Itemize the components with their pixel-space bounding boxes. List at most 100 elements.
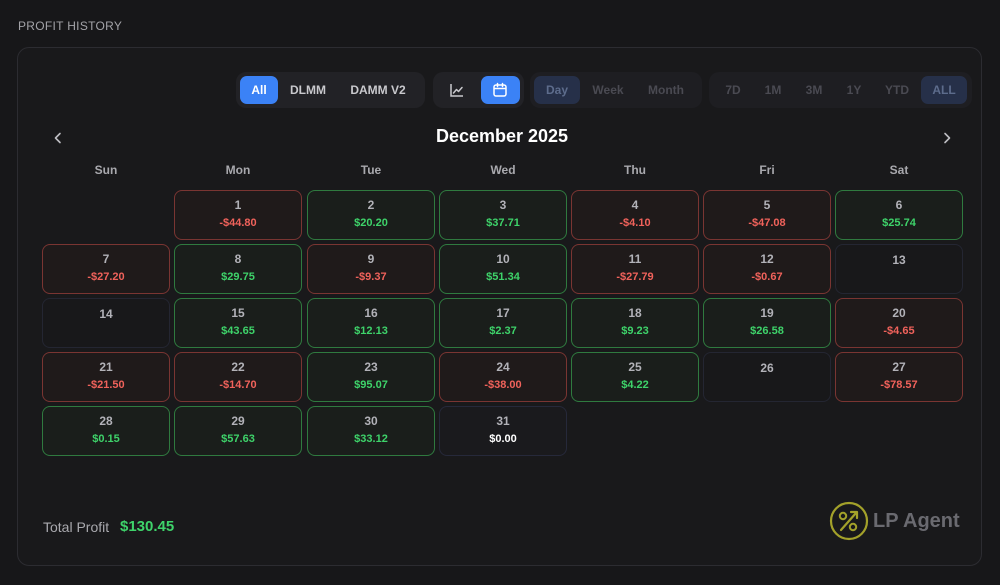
granularity-month-button[interactable]: Month bbox=[636, 76, 696, 104]
day-number: 18 bbox=[628, 306, 642, 320]
range-ytd-button[interactable]: YTD bbox=[873, 76, 921, 104]
calendar-day-cell[interactable]: 1 -$44.80 bbox=[174, 190, 302, 240]
day-profit-amount: $0.15 bbox=[92, 433, 120, 445]
day-profit-amount: $95.07 bbox=[354, 379, 388, 391]
calendar-view-button[interactable] bbox=[480, 76, 520, 104]
calendar-day-cell[interactable]: 28 $0.15 bbox=[42, 406, 170, 456]
calendar-day-cell[interactable]: 19 $26.58 bbox=[703, 298, 831, 348]
calendar-day-cell[interactable]: 7 -$27.20 bbox=[42, 244, 170, 294]
calendar-day-cell[interactable]: 22 -$14.70 bbox=[174, 352, 302, 402]
calendar-day-cell[interactable]: 6 $25.74 bbox=[835, 190, 963, 240]
day-profit-amount: $26.58 bbox=[750, 325, 784, 337]
day-profit-amount: -$14.70 bbox=[219, 379, 257, 391]
day-profit-amount: $33.12 bbox=[354, 433, 388, 445]
day-profit-amount: $57.63 bbox=[221, 433, 255, 445]
day-number: 4 bbox=[631, 198, 639, 212]
day-number: 16 bbox=[364, 306, 378, 320]
calendar-day-cell[interactable]: 17 $2.37 bbox=[439, 298, 567, 348]
day-number: 14 bbox=[99, 307, 113, 321]
day-number: 6 bbox=[895, 198, 903, 212]
calendar-day-cell[interactable]: 26 bbox=[703, 352, 831, 402]
day-number: 7 bbox=[102, 252, 110, 266]
calendar-day-cell[interactable]: 5 -$47.08 bbox=[703, 190, 831, 240]
calendar-day-cell[interactable]: 8 $29.75 bbox=[174, 244, 302, 294]
weekday-sat: Sat bbox=[889, 163, 909, 177]
calendar-day-cell[interactable]: 14 bbox=[42, 298, 170, 348]
filter-damm-v2-button[interactable]: DAMM V2 bbox=[338, 76, 418, 104]
day-number: 1 bbox=[234, 198, 242, 212]
day-profit-amount: $20.20 bbox=[354, 217, 388, 229]
granularity-day-button[interactable]: Day bbox=[534, 76, 580, 104]
day-profit-amount: $12.13 bbox=[354, 325, 388, 337]
range-1y-button[interactable]: 1Y bbox=[835, 76, 873, 104]
day-number: 12 bbox=[760, 252, 774, 266]
filter-dlmm-button[interactable]: DLMM bbox=[278, 76, 338, 104]
calendar-day-cell[interactable]: 27 -$78.57 bbox=[835, 352, 963, 402]
day-number: 11 bbox=[628, 252, 642, 266]
day-number: 21 bbox=[99, 360, 113, 374]
total-profit-label: Total Profit bbox=[43, 519, 110, 535]
calendar-day-cell[interactable]: 2 $20.20 bbox=[307, 190, 435, 240]
calendar-day-cell[interactable]: 23 $95.07 bbox=[307, 352, 435, 402]
day-profit-amount: -$27.20 bbox=[87, 271, 125, 283]
day-number: 25 bbox=[628, 360, 642, 374]
day-profit-amount: -$78.57 bbox=[880, 379, 918, 391]
chart-view-button[interactable] bbox=[437, 76, 477, 104]
day-number: 23 bbox=[364, 360, 378, 374]
day-profit-amount: $43.65 bbox=[221, 325, 255, 337]
line-chart-icon bbox=[450, 84, 463, 97]
calendar-day-cell[interactable]: 3 $37.71 bbox=[439, 190, 567, 240]
day-number: 19 bbox=[760, 306, 774, 320]
weekday-tue: Tue bbox=[360, 163, 382, 177]
range-7d-button[interactable]: 7D bbox=[713, 76, 753, 104]
day-profit-amount: $25.74 bbox=[882, 217, 916, 229]
day-profit-amount: -$4.10 bbox=[619, 217, 651, 229]
range-group: 7D 1M 3M 1Y YTD ALL bbox=[709, 72, 972, 108]
brand-name: LP Agent bbox=[873, 509, 960, 532]
weekday-mon: Mon bbox=[225, 163, 251, 177]
calendar-day-cell[interactable]: 21 -$21.50 bbox=[42, 352, 170, 402]
month-title: December 2025 bbox=[435, 126, 569, 146]
filter-all-button[interactable]: All bbox=[240, 76, 278, 104]
type-filter-group: All DLMM DAMM V2 bbox=[236, 72, 425, 108]
day-number: 28 bbox=[99, 414, 113, 428]
day-number: 24 bbox=[496, 360, 510, 374]
calendar-day-cell[interactable]: 29 $57.63 bbox=[174, 406, 302, 456]
day-number: 13 bbox=[892, 253, 906, 267]
range-all-button[interactable]: ALL bbox=[921, 76, 967, 104]
next-month-button[interactable] bbox=[937, 128, 957, 148]
prev-month-button[interactable] bbox=[48, 128, 68, 148]
day-number: 9 bbox=[367, 252, 375, 266]
granularity-week-button[interactable]: Week bbox=[580, 76, 636, 104]
calendar-day-cell[interactable]: 13 bbox=[835, 244, 963, 294]
calendar-day-cell[interactable]: 16 $12.13 bbox=[307, 298, 435, 348]
calendar-day-cell[interactable]: 4 -$4.10 bbox=[571, 190, 699, 240]
day-profit-amount: $9.23 bbox=[621, 325, 649, 337]
calendar-day-cell[interactable]: 31 $0.00 bbox=[439, 406, 567, 456]
day-profit-amount: -$44.80 bbox=[219, 217, 257, 229]
day-number: 27 bbox=[892, 360, 906, 374]
calendar-day-cell[interactable]: 12 -$0.67 bbox=[703, 244, 831, 294]
brand: LP Agent bbox=[829, 501, 960, 541]
range-3m-button[interactable]: 3M bbox=[793, 76, 835, 104]
calendar-day-cell[interactable]: 25 $4.22 bbox=[571, 352, 699, 402]
day-profit-amount: -$9.37 bbox=[355, 271, 387, 283]
section-title: PROFIT HISTORY bbox=[18, 19, 123, 33]
day-profit-amount: $0.00 bbox=[489, 433, 517, 445]
day-profit-amount: -$4.65 bbox=[883, 325, 915, 337]
calendar-day-cell[interactable]: 10 $51.34 bbox=[439, 244, 567, 294]
day-profit-amount: -$21.50 bbox=[87, 379, 125, 391]
weekday-fri: Fri bbox=[759, 163, 775, 177]
range-1m-button[interactable]: 1M bbox=[753, 76, 793, 104]
calendar-day-cell[interactable]: 30 $33.12 bbox=[307, 406, 435, 456]
day-profit-amount: $4.22 bbox=[621, 379, 649, 391]
day-number: 5 bbox=[763, 198, 771, 212]
calendar-day-cell[interactable]: 18 $9.23 bbox=[571, 298, 699, 348]
calendar-day-cell[interactable]: 9 -$9.37 bbox=[307, 244, 435, 294]
weekday-wed: Wed bbox=[490, 163, 516, 177]
calendar-day-cell[interactable]: 24 -$38.00 bbox=[439, 352, 567, 402]
calendar-day-cell[interactable]: 15 $43.65 bbox=[174, 298, 302, 348]
calendar-day-cell[interactable]: 11 -$27.79 bbox=[571, 244, 699, 294]
day-number: 17 bbox=[496, 306, 510, 320]
calendar-day-cell[interactable]: 20 -$4.65 bbox=[835, 298, 963, 348]
